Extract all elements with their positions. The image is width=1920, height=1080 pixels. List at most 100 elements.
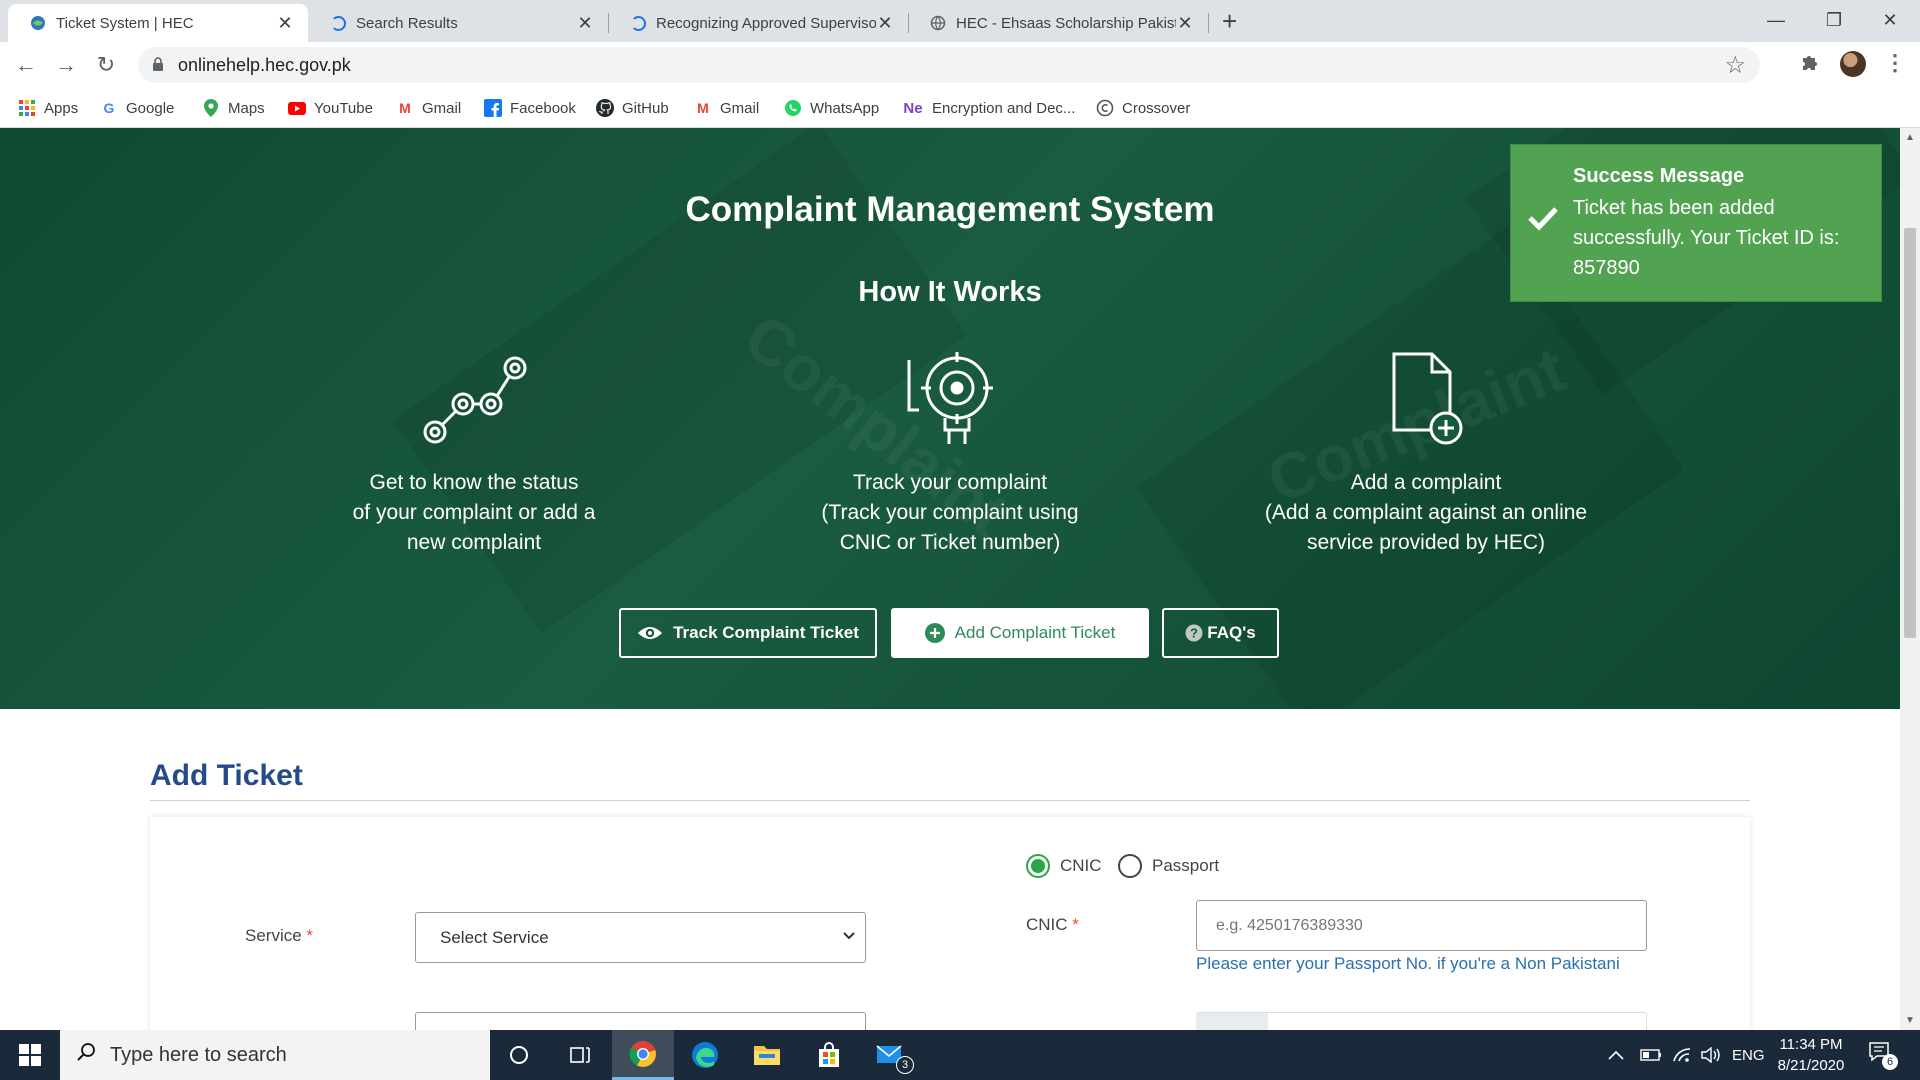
tab-ehsaas-scholarship[interactable]: HEC - Ehsaas Scholarship Pakista ✕ — [908, 4, 1208, 42]
volume-icon[interactable] — [1700, 1030, 1722, 1080]
bookmark-label: Apps — [44, 99, 79, 117]
bookmark-encryption[interactable]: Ne Encryption and Dec... — [902, 95, 1075, 121]
scroll-up-arrow-icon[interactable]: ▲ — [1905, 132, 1915, 143]
close-tab-icon[interactable]: ✕ — [576, 13, 594, 34]
radio-passport[interactable]: Passport — [1118, 854, 1219, 878]
bookmark-google[interactable]: G Google — [100, 95, 175, 121]
lock-icon[interactable] — [152, 57, 164, 77]
tab-ticket-system[interactable]: Ticket System | HEC ✕ — [8, 4, 308, 42]
reload-icon[interactable]: ↻ — [92, 51, 120, 79]
bookmark-label: Facebook — [510, 99, 576, 117]
close-tab-icon[interactable]: ✕ — [1176, 13, 1194, 34]
bookmark-label: Encryption and Dec... — [932, 99, 1076, 117]
language-indicator[interactable]: ENG — [1732, 1030, 1765, 1080]
feature-text: Track your complaint (Track your complai… — [740, 468, 1160, 558]
browser-tab-strip: Ticket System | HEC ✕ Search Results ✕ R… — [0, 0, 1920, 42]
feature-line: of your complaint or add a — [352, 501, 596, 524]
close-tab-icon[interactable]: ✕ — [876, 13, 894, 34]
tab-title: Recognizing Approved Superviso — [656, 14, 876, 32]
feature-line: CNIC or Ticket number) — [839, 531, 1061, 554]
eye-icon — [637, 625, 663, 641]
tray-chevron-up-icon[interactable] — [1608, 1030, 1624, 1080]
button-label: Track Complaint Ticket — [673, 623, 859, 642]
button-label: FAQ's — [1207, 623, 1256, 642]
profile-avatar[interactable] — [1840, 51, 1866, 77]
browser-toolbar: ← → ↻ onlinehelp.hec.gov.pk ☆ ⋮ — [0, 42, 1920, 88]
back-arrow-icon[interactable]: ← — [12, 51, 40, 79]
bookmark-facebook[interactable]: Facebook — [484, 95, 576, 121]
scroll-down-arrow-icon[interactable]: ▼ — [1905, 1015, 1915, 1026]
task-view-icon[interactable] — [550, 1030, 612, 1080]
google-icon: G — [103, 100, 115, 116]
tab-separator — [1208, 13, 1209, 33]
bookmark-whatsapp[interactable]: WhatsApp — [784, 95, 879, 121]
bookmark-apps[interactable]: Apps — [18, 95, 78, 121]
page-scrollbar[interactable]: ▲ ▼ — [1900, 128, 1920, 1030]
bookmark-github[interactable]: GitHub — [596, 95, 669, 121]
tab-search-results[interactable]: Search Results ✕ — [308, 4, 608, 42]
new-tab-plus-icon[interactable]: + — [1222, 8, 1237, 34]
browser-menu-icon[interactable]: ⋮ — [1884, 50, 1906, 76]
track-complaint-button[interactable]: Track Complaint Ticket — [619, 608, 877, 658]
minimize-window-icon[interactable]: — — [1748, 4, 1804, 36]
tab-recognizing-supervisors[interactable]: Recognizing Approved Superviso ✕ — [608, 4, 908, 42]
forward-arrow-icon[interactable]: → — [52, 51, 80, 79]
gmail-icon: M — [399, 100, 411, 116]
second-select[interactable] — [415, 1012, 866, 1030]
address-bar[interactable]: onlinehelp.hec.gov.pk ☆ — [138, 47, 1760, 83]
taskbar-search-box[interactable]: Type here to search — [60, 1030, 490, 1080]
system-clock[interactable]: 11:34 PM 8/21/2020 — [1766, 1034, 1856, 1076]
store-icon[interactable] — [798, 1030, 860, 1080]
close-tab-icon[interactable]: ✕ — [276, 13, 294, 34]
close-window-icon[interactable]: ✕ — [1862, 4, 1918, 36]
radio-selected-icon — [1026, 854, 1050, 878]
bookmark-label: Crossover — [1122, 99, 1191, 117]
add-ticket-heading: Add Ticket — [150, 759, 303, 792]
cnic-input[interactable] — [1196, 900, 1647, 951]
bookmark-gmail-2[interactable]: M Gmail — [694, 95, 759, 121]
chevron-down-icon — [843, 927, 855, 943]
feature-status: Get to know the status of your complaint… — [264, 350, 684, 558]
windows-start-icon[interactable] — [0, 1030, 60, 1080]
faq-button[interactable]: ? FAQ's — [1162, 608, 1279, 658]
bookmark-label: YouTube — [314, 99, 373, 117]
file-explorer-icon[interactable] — [736, 1030, 798, 1080]
toast-title: Success Message — [1573, 165, 1745, 187]
edge-taskbar-icon[interactable] — [674, 1030, 736, 1080]
service-select[interactable]: Select Service — [415, 912, 866, 963]
hec-globe-icon — [30, 15, 46, 31]
bookmark-label: Gmail — [720, 99, 760, 117]
radio-cnic[interactable]: CNIC — [1026, 854, 1102, 878]
battery-icon[interactable] — [1640, 1030, 1662, 1080]
feature-line: Add a complaint — [1350, 471, 1502, 494]
mail-icon[interactable]: 3 — [860, 1030, 922, 1080]
required-asterisk: * — [306, 926, 314, 945]
maps-pin-icon — [202, 99, 220, 117]
loading-spinner-icon — [330, 15, 346, 31]
clock-time: 11:34 PM — [1779, 1036, 1843, 1053]
notification-count: 6 — [1882, 1054, 1898, 1070]
cortana-circle-icon[interactable] — [488, 1030, 550, 1080]
success-toast[interactable]: Success Message Ticket has been added su… — [1510, 144, 1882, 302]
notifications-icon[interactable]: 6 — [1868, 1040, 1898, 1070]
bookmark-maps[interactable]: Maps — [202, 95, 265, 121]
bookmark-youtube[interactable]: YouTube — [288, 95, 373, 121]
bookmark-label: GitHub — [622, 99, 669, 117]
feature-line: (Add a complaint against an online — [1264, 501, 1588, 524]
feature-line: Get to know the status — [369, 471, 579, 494]
bookmark-gmail[interactable]: M Gmail — [396, 95, 461, 121]
extensions-puzzle-icon[interactable] — [1800, 52, 1820, 78]
restore-window-icon[interactable]: ❐ — [1806, 4, 1862, 36]
add-complaint-button[interactable]: Add Complaint Ticket — [891, 608, 1149, 658]
target-tracking-icon — [907, 352, 993, 444]
bookmark-crossover[interactable]: Crossover — [1096, 95, 1190, 121]
label-text: Service — [245, 926, 302, 945]
bookmark-star-icon[interactable]: ☆ — [1724, 51, 1746, 80]
feature-line: (Track your complaint using — [821, 501, 1079, 524]
wifi-icon[interactable] — [1672, 1030, 1692, 1080]
radio-unselected-icon — [1118, 854, 1142, 878]
scrollbar-thumb[interactable] — [1904, 228, 1916, 638]
chrome-taskbar-icon[interactable] — [612, 1030, 674, 1080]
crossover-icon — [1096, 99, 1114, 117]
loading-spinner-icon — [630, 15, 646, 31]
